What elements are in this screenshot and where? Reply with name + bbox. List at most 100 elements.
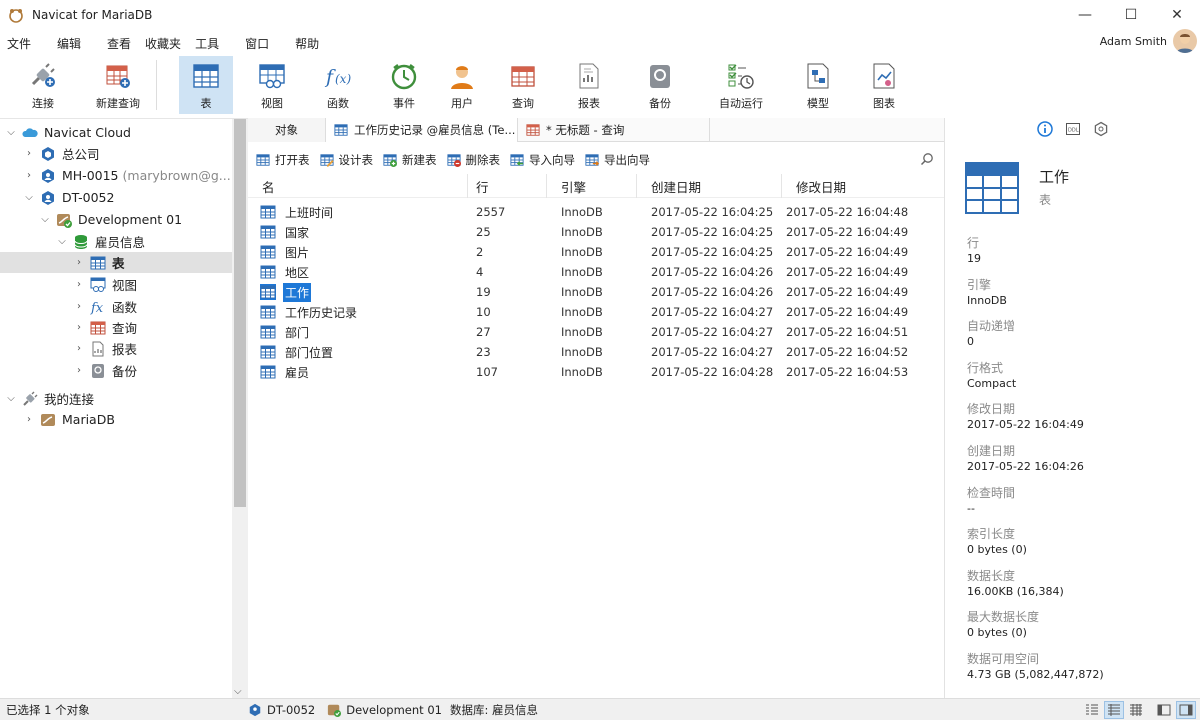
new-query-button[interactable]: 新建查询 xyxy=(86,56,150,114)
connection-name: DT-0052 xyxy=(267,702,316,717)
menu-view[interactable]: 查看 xyxy=(100,35,138,52)
tree-navicat-cloud[interactable]: ⌵ Navicat Cloud xyxy=(0,122,232,143)
minimize-button[interactable]: — xyxy=(1062,0,1108,30)
chevron-down-icon[interactable]: ⌵ xyxy=(4,393,18,404)
menu-help[interactable]: 帮助 xyxy=(288,35,326,52)
table-row[interactable]: 国家 25 InnoDB 2017-05-22 16:04:25 2017-05-22 … xyxy=(248,222,944,242)
table-button[interactable]: 表 xyxy=(179,56,233,114)
open-table-button[interactable]: 打开表 xyxy=(256,152,310,168)
table-cell-created: 2017-05-22 16:04:26 xyxy=(651,285,774,299)
menu-favorites[interactable]: 收藏夹 xyxy=(138,35,188,52)
automation-button[interactable]: 自动运行 xyxy=(701,56,781,114)
user-account[interactable]: Adam Smith xyxy=(1100,29,1200,53)
detail-view-icon[interactable] xyxy=(1104,701,1124,719)
tree-mh-0015[interactable]: › MH-0015 (marybrown@g... xyxy=(0,165,232,186)
hide-info-pane-icon[interactable] xyxy=(1154,701,1174,719)
table-name-cell[interactable]: 部门 xyxy=(248,322,468,342)
tab-untitled-query[interactable]: * 无标题 - 查询 xyxy=(518,118,710,142)
model-button[interactable]: 模型 xyxy=(781,56,855,114)
chevron-down-icon[interactable]: ⌵ xyxy=(22,192,36,203)
table-row[interactable]: 雇员 107 InnoDB 2017-05-22 16:04:28 2017-05-22… xyxy=(248,362,944,382)
table-name-cell[interactable]: 工作 xyxy=(248,282,468,302)
import-wizard-button[interactable]: 导入向导 xyxy=(510,152,575,168)
table-name-cell[interactable]: 地区 xyxy=(248,262,468,282)
export-wizard-button[interactable]: 导出向导 xyxy=(585,152,650,168)
report-button[interactable]: 报表 xyxy=(559,56,619,114)
column-header-created[interactable]: 创建日期 xyxy=(637,174,782,198)
chevron-right-icon[interactable]: › xyxy=(72,257,86,268)
table-name-cell[interactable]: 图片 xyxy=(248,242,468,262)
chevron-right-icon[interactable]: › xyxy=(72,343,86,354)
table-name-cell[interactable]: 部门位置 xyxy=(248,342,468,362)
delete-table-button[interactable]: 删除表 xyxy=(446,152,500,168)
user-button[interactable]: 用户 xyxy=(437,56,487,114)
menu-file[interactable]: 文件 xyxy=(0,35,38,52)
chevron-down-icon[interactable]: ⌵ xyxy=(4,127,18,138)
backup-button[interactable]: 备份 xyxy=(619,56,701,114)
shared-project-icon xyxy=(249,703,261,716)
table-row[interactable]: 部门位置 23 InnoDB 2017-05-22 16:04:27 2017-05-2… xyxy=(248,342,944,362)
query-button[interactable]: 查询 xyxy=(487,56,559,114)
search-icon[interactable] xyxy=(920,152,934,166)
table-row[interactable]: 部门 27 InnoDB 2017-05-22 16:04:27 2017-05-22 … xyxy=(248,322,944,342)
show-info-pane-icon[interactable] xyxy=(1176,701,1196,719)
chevron-right-icon[interactable]: › xyxy=(72,301,86,312)
chevron-right-icon[interactable]: › xyxy=(72,279,86,290)
list-view-icon[interactable] xyxy=(1082,701,1102,719)
design-table-button[interactable]: 设计表 xyxy=(319,152,373,168)
tree-views[interactable]: › 视图 xyxy=(0,274,232,295)
maximize-button[interactable]: ☐ xyxy=(1108,0,1154,30)
close-button[interactable]: ✕ xyxy=(1154,0,1200,30)
connect-button[interactable]: 连接 xyxy=(0,56,86,114)
tree-head-office[interactable]: › 总公司 xyxy=(0,143,232,164)
menu-window[interactable]: 窗口 xyxy=(238,35,276,52)
column-header-engine[interactable]: 引擎 xyxy=(547,174,637,198)
chevron-down-icon[interactable]: ⌵ xyxy=(55,236,69,247)
tree-backups[interactable]: › 备份 xyxy=(0,360,232,381)
chart-button[interactable]: 图表 xyxy=(855,56,913,114)
menu-edit[interactable]: 编辑 xyxy=(50,35,88,52)
table-name-cell[interactable]: 工作历史记录 xyxy=(248,302,468,322)
tab-objects[interactable]: 对象 xyxy=(248,118,326,142)
new-table-button[interactable]: 新建表 xyxy=(383,152,437,168)
tree-employee-db[interactable]: ⌵ 雇员信息 xyxy=(0,231,232,252)
view-button[interactable]: 视图 xyxy=(239,56,305,114)
menu-tools[interactable]: 工具 xyxy=(188,35,226,52)
tree-tables[interactable]: › 表 xyxy=(0,252,232,273)
table-row[interactable]: 地区 4 InnoDB 2017-05-22 16:04:26 2017-05-22 1… xyxy=(248,262,944,282)
ddl-icon[interactable]: DDL xyxy=(1064,120,1082,138)
dependency-icon[interactable] xyxy=(1092,120,1110,138)
table-row[interactable]: 工作历史记录 10 InnoDB 2017-05-22 16:04:27 2017-05… xyxy=(248,302,944,322)
tree-reports[interactable]: › 报表 xyxy=(0,338,232,359)
column-header-modified[interactable]: 修改日期 xyxy=(782,174,940,198)
scroll-down-icon[interactable]: ⌵ xyxy=(234,686,242,697)
chevron-right-icon[interactable]: › xyxy=(22,170,36,181)
table-name-cell[interactable]: 国家 xyxy=(248,222,468,242)
table-cell-engine: InnoDB xyxy=(561,345,603,359)
tab-job-history[interactable]: 工作历史记录 @雇员信息 (Te... xyxy=(326,118,518,142)
tree-my-connections[interactable]: ⌵ 我的连接 xyxy=(0,388,232,409)
tree-queries[interactable]: › 查询 xyxy=(0,317,232,338)
chevron-right-icon[interactable]: › xyxy=(72,322,86,333)
event-button[interactable]: 事件 xyxy=(371,56,437,114)
table-row[interactable]: 图片 2 InnoDB 2017-05-22 16:04:25 2017-05-22 1… xyxy=(248,242,944,262)
table-name-cell[interactable]: 上班时间 xyxy=(248,202,468,222)
tree-mariadb[interactable]: › MariaDB xyxy=(0,409,232,430)
table-row[interactable]: 工作 19 InnoDB 2017-05-22 16:04:26 2017-05-22 … xyxy=(248,282,944,302)
function-button[interactable]: f (x) 函数 xyxy=(305,56,371,114)
table-row[interactable]: 上班时间 2557 InnoDB 2017-05-22 16:04:25 2017-05… xyxy=(248,202,944,222)
info-icon[interactable] xyxy=(1036,120,1054,138)
tree-functions[interactable]: › fx 函数 xyxy=(0,296,232,317)
chevron-right-icon[interactable]: › xyxy=(22,148,36,159)
chevron-right-icon[interactable]: › xyxy=(22,414,36,425)
chevron-right-icon[interactable]: › xyxy=(72,365,86,376)
chevron-down-icon[interactable]: ⌵ xyxy=(38,214,52,225)
table-name-cell[interactable]: 雇员 xyxy=(248,362,468,382)
tree-development-01[interactable]: ⌵ Development 01 xyxy=(0,209,232,230)
er-view-icon[interactable] xyxy=(1126,701,1146,719)
column-header-name[interactable]: 名 xyxy=(248,174,468,198)
scrollbar-thumb[interactable] xyxy=(234,119,246,507)
column-header-rows[interactable]: 行 xyxy=(468,174,547,198)
tree-scrollbar[interactable]: ⌵ xyxy=(232,119,248,699)
tree-dt-0052[interactable]: ⌵ DT-0052 xyxy=(0,187,232,208)
